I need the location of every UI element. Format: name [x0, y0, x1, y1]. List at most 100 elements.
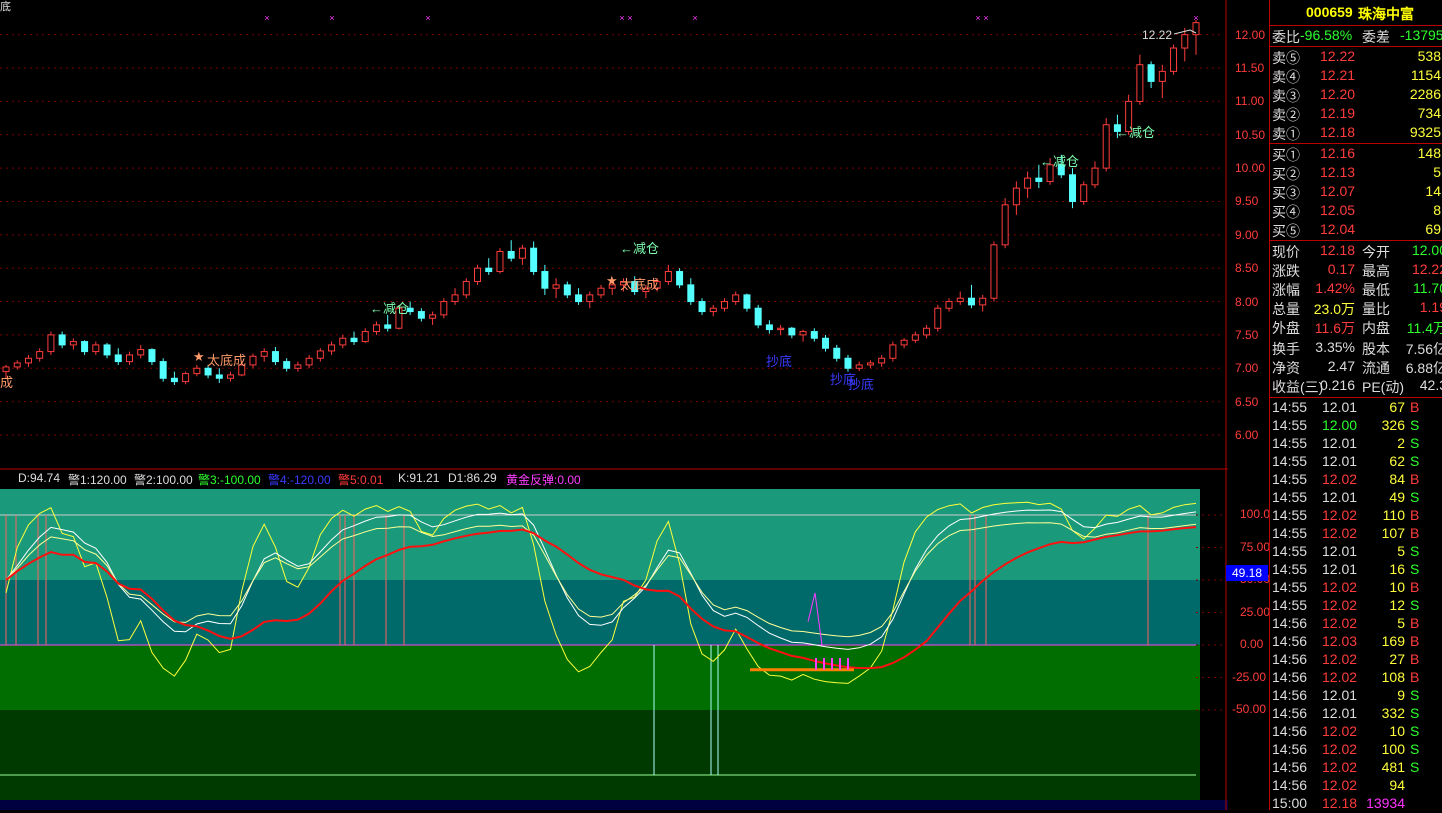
bottom-formed-label: 太底成	[207, 353, 247, 368]
tick-row[interactable]: 14:55 12.01 5 S	[1270, 543, 1442, 561]
star-icon: ★	[606, 273, 618, 288]
tick-time: 14:55	[1272, 417, 1308, 433]
sell-order-row[interactable]: 卖② 12.19 734	[1270, 105, 1442, 124]
tick-row[interactable]: 14:55 12.01 16 S	[1270, 561, 1442, 579]
indicator-axis-label: -25.00	[1232, 669, 1267, 684]
tick-side: B	[1410, 669, 1420, 685]
sell-order-row[interactable]: 卖⑤ 12.22 538	[1270, 48, 1442, 67]
sell-order-row[interactable]: 卖① 12.18 9325	[1270, 124, 1442, 143]
quote-label: 换手	[1272, 341, 1300, 357]
order-volume: 2286	[1409, 86, 1441, 102]
tick-row[interactable]: 14:56 12.02 10 S	[1270, 723, 1442, 741]
indicator-chart[interactable]	[0, 470, 1228, 810]
zone-upper	[0, 580, 1200, 645]
stock-header[interactable]: 000659 珠海中富	[1270, 4, 1442, 24]
tick-row[interactable]: 14:55 12.02 84 B	[1270, 471, 1442, 489]
candle-body	[36, 351, 44, 359]
candle-body	[743, 294, 751, 309]
price-axis-label: 10.00	[1235, 161, 1266, 176]
tick-price: 12.00	[1322, 417, 1358, 433]
tick-row[interactable]: 14:56 12.02 94	[1270, 777, 1442, 795]
tick-row[interactable]: 14:55 12.01 62 S	[1270, 453, 1442, 471]
indicator-axis-label: 25.00	[1240, 604, 1271, 619]
tick-time: 14:56	[1272, 705, 1308, 721]
indicator-legend-item: 警5:0.01	[338, 473, 384, 487]
candle-body	[1147, 64, 1155, 82]
tick-price: 12.02	[1322, 525, 1358, 541]
tick-volume: 62	[1389, 453, 1405, 469]
left-edge-label: 成	[0, 375, 14, 390]
tick-row[interactable]: 14:55 12.01 49 S	[1270, 489, 1442, 507]
candle-body	[339, 337, 347, 346]
stock-code: 000659	[1306, 4, 1353, 20]
quote-value: 12.00	[1411, 242, 1442, 258]
price-axis-label: 11.00	[1235, 94, 1265, 109]
buy-order-row[interactable]: 买① 12.16 148	[1270, 145, 1442, 164]
candle-body	[260, 351, 268, 357]
tick-volume: 16	[1389, 561, 1405, 577]
tick-row[interactable]: 14:56 12.02 100 S	[1270, 741, 1442, 759]
buy-order-row[interactable]: 买② 12.13 5	[1270, 164, 1442, 183]
tick-volume: 481	[1381, 759, 1405, 775]
tick-time: 14:56	[1272, 669, 1308, 685]
candle-body	[384, 324, 392, 329]
indicator-axis-label: 0.00	[1240, 637, 1264, 651]
tick-price: 12.02	[1322, 471, 1358, 487]
tick-volume: 67	[1389, 399, 1405, 415]
tick-row[interactable]: 14:55 12.01 67 B	[1270, 399, 1442, 417]
candle-body	[47, 334, 55, 353]
sell-order-row[interactable]: 卖③ 12.20 2286	[1270, 86, 1442, 105]
quote-label: 内盘	[1362, 320, 1390, 336]
tick-row[interactable]: 14:56 12.02 27 B	[1270, 651, 1442, 669]
tick-price: 12.01	[1322, 399, 1358, 415]
candle-body	[563, 284, 571, 296]
candle-body	[1091, 167, 1099, 186]
order-level-label: 卖①	[1272, 126, 1300, 142]
main-kline-chart[interactable]: × × × × × × × × ×	[0, 0, 1228, 470]
candle-body	[429, 314, 437, 319]
candle-body	[1181, 34, 1189, 49]
tick-time: 14:55	[1272, 579, 1308, 595]
tick-row[interactable]: 14:55 12.01 2 S	[1270, 435, 1442, 453]
quote-label: 收益(三)	[1272, 379, 1324, 395]
candle-body	[698, 301, 706, 313]
candle-body	[765, 324, 773, 331]
candle-body	[204, 367, 212, 376]
tick-row[interactable]: 14:55 12.02 12 S	[1270, 597, 1442, 615]
tick-row[interactable]: 14:56 12.02 481 S	[1270, 759, 1442, 777]
candle-body	[1102, 124, 1110, 169]
tick-row[interactable]: 14:56 12.03 169 B	[1270, 633, 1442, 651]
sell-order-row[interactable]: 卖④ 12.21 1154	[1270, 67, 1442, 86]
tick-row[interactable]: 14:55 12.02 107 B	[1270, 525, 1442, 543]
order-price: 12.16	[1320, 145, 1356, 161]
tick-row[interactable]: 14:56 12.01 9 S	[1270, 687, 1442, 705]
tick-row[interactable]: 14:56 12.02 108 B	[1270, 669, 1442, 687]
candle-body	[687, 284, 695, 303]
quote-row: 现价 12.18 今开 12.00	[1270, 242, 1442, 261]
buy-order-row[interactable]: 买④ 12.05 8	[1270, 202, 1442, 221]
tick-price: 12.02	[1322, 723, 1358, 739]
tick-side: B	[1410, 615, 1420, 631]
candle-body	[541, 271, 549, 289]
tick-row[interactable]: 14:56 12.01 332 S	[1270, 705, 1442, 723]
tick-row[interactable]: 14:56 12.02 5 B	[1270, 615, 1442, 633]
candle-body	[833, 347, 841, 359]
quote-value: 11.4万	[1406, 320, 1442, 336]
tick-row[interactable]: 14:55 12.00 326 S	[1270, 417, 1442, 435]
tick-side: B	[1410, 633, 1420, 649]
candle-body	[227, 374, 235, 379]
tick-row[interactable]: 14:55 12.02 10 B	[1270, 579, 1442, 597]
candle-body	[361, 331, 369, 343]
tick-row[interactable]: 14:55 12.02 110 B	[1270, 507, 1442, 525]
quote-row: 净资 2.47 流通 6.88亿	[1270, 358, 1442, 377]
tick-volume: 84	[1389, 471, 1405, 487]
quote-label: 外盘	[1272, 320, 1300, 336]
buy-order-row[interactable]: 买⑤ 12.04 69	[1270, 221, 1442, 240]
tick-side: S	[1410, 705, 1420, 721]
buy-order-row[interactable]: 买③ 12.07 14	[1270, 183, 1442, 202]
order-level-label: 卖④	[1272, 69, 1300, 85]
quote-label: 股本	[1362, 341, 1390, 357]
kline-chart-area[interactable]: × × × × × × × × × D:94.74 警1:120.00 警2:100.00 警3:-1…	[0, 0, 1228, 810]
tick-row[interactable]: 15:00 12.18 13934	[1270, 795, 1442, 813]
quote-row: 涨跌 0.17 最高 12.22	[1270, 261, 1442, 280]
